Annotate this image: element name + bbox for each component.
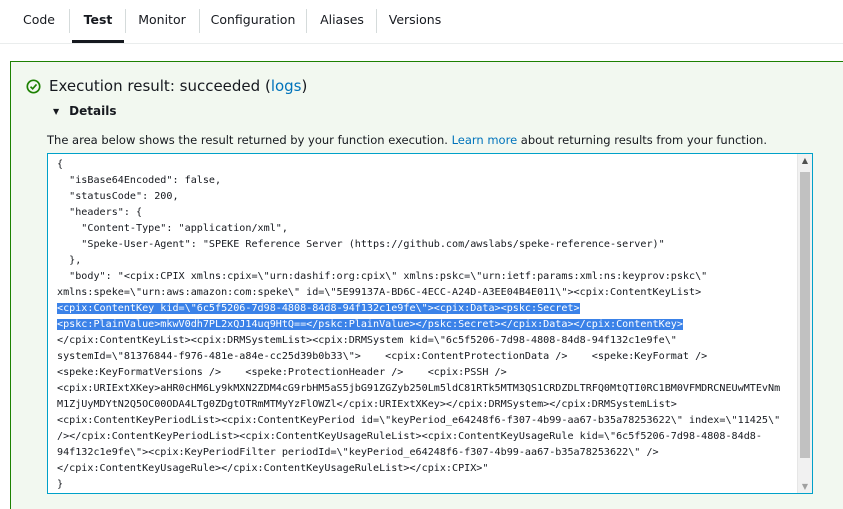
output-line: { xyxy=(57,159,64,170)
tab-aliases[interactable]: Aliases xyxy=(314,0,370,41)
output-line: "Speke-User-Agent": "SPEKE Reference Ser… xyxy=(57,239,665,250)
execution-output[interactable]: { "isBase64Encoded": false, "statusCode"… xyxy=(47,153,813,494)
result-status-close: ) xyxy=(301,77,308,95)
output-line: }, xyxy=(57,255,82,266)
output-code[interactable]: { "isBase64Encoded": false, "statusCode"… xyxy=(57,157,797,493)
details-label: Details xyxy=(69,104,117,118)
tab-divider xyxy=(199,9,200,33)
output-line: <cpix:URIExtXKey>aHR0cHM6Ly9kMXN2ZDM4cG9… xyxy=(57,383,781,394)
execution-result-panel: Execution result: succeeded ( logs ) ▼ D… xyxy=(10,61,843,509)
details-toggle[interactable]: ▼ Details xyxy=(53,104,116,118)
output-line: <pskc:PlainValue>mkwV0dh7PL2xQJ14uq9HtQ=… xyxy=(57,319,683,330)
tab-versions[interactable]: Versions xyxy=(384,0,446,41)
details-description: The area below shows the result returned… xyxy=(47,133,767,147)
description-text: The area below shows the result returned… xyxy=(47,133,452,147)
tab-configuration[interactable]: Configuration xyxy=(206,0,300,41)
output-line: /></cpix:ContentKeyPeriodList><cpix:Cont… xyxy=(57,431,762,442)
execution-result-heading: Execution result: succeeded ( logs ) xyxy=(26,77,307,95)
tab-divider xyxy=(125,9,126,33)
logs-link[interactable]: logs xyxy=(271,77,302,95)
vertical-scrollbar[interactable]: ▲ ▼ xyxy=(797,154,812,493)
output-line: systemId=\"81376844-f976-481e-a84e-cc25d… xyxy=(57,351,708,362)
check-circle-icon xyxy=(26,78,41,94)
output-line: <cpix:ContentKey kid=\"6c5f5206-7d98-480… xyxy=(57,303,580,314)
learn-more-link[interactable]: Learn more xyxy=(452,133,518,147)
output-line: "body": "<cpix:CPIX xmlns:cpix=\"urn:das… xyxy=(57,271,708,282)
output-line: "Content-Type": "application/xml", xyxy=(57,223,288,234)
tab-test[interactable]: Test xyxy=(72,0,124,43)
triangle-down-icon: ▼ xyxy=(53,106,60,116)
output-line: "statusCode": 200, xyxy=(57,191,179,202)
tab-divider xyxy=(69,9,70,33)
output-line: M1ZjUyMDYtN2Q5OC00ODA4LTg0ZDgtOTRmMTMyYz… xyxy=(57,399,677,410)
output-line: </cpix:ContentKeyUsageRule></cpix:Conten… xyxy=(57,463,489,474)
output-line: <cpix:ContentKeyPeriodList><cpix:Content… xyxy=(57,415,781,426)
tab-bar: Code Test Monitor Configuration Aliases … xyxy=(0,0,843,44)
description-text-end: about returning results from your functi… xyxy=(517,133,767,147)
tab-divider xyxy=(376,9,377,33)
output-line: <speke:KeyFormatVersions /> <speke:Prote… xyxy=(57,367,507,378)
tab-divider xyxy=(306,9,307,33)
output-line: </cpix:ContentKeyList><cpix:DRMSystemLis… xyxy=(57,335,677,346)
output-line: "isBase64Encoded": false, xyxy=(57,175,222,186)
output-line: xmlns:speke=\"urn:aws:amazon:com:speke\"… xyxy=(57,287,702,298)
result-status-text: Execution result: succeeded ( xyxy=(49,77,271,95)
output-line: 94f132c1e9fe\"><cpix:KeyPeriodFilter per… xyxy=(57,447,659,458)
scroll-down-arrow-icon[interactable]: ▼ xyxy=(798,482,812,491)
tab-code[interactable]: Code xyxy=(12,0,66,41)
output-line: "headers": { xyxy=(57,207,143,218)
scrollbar-thumb[interactable] xyxy=(800,172,810,458)
tab-monitor[interactable]: Monitor xyxy=(130,0,194,41)
output-line: } xyxy=(57,479,64,490)
scroll-up-arrow-icon[interactable]: ▲ xyxy=(798,156,812,165)
